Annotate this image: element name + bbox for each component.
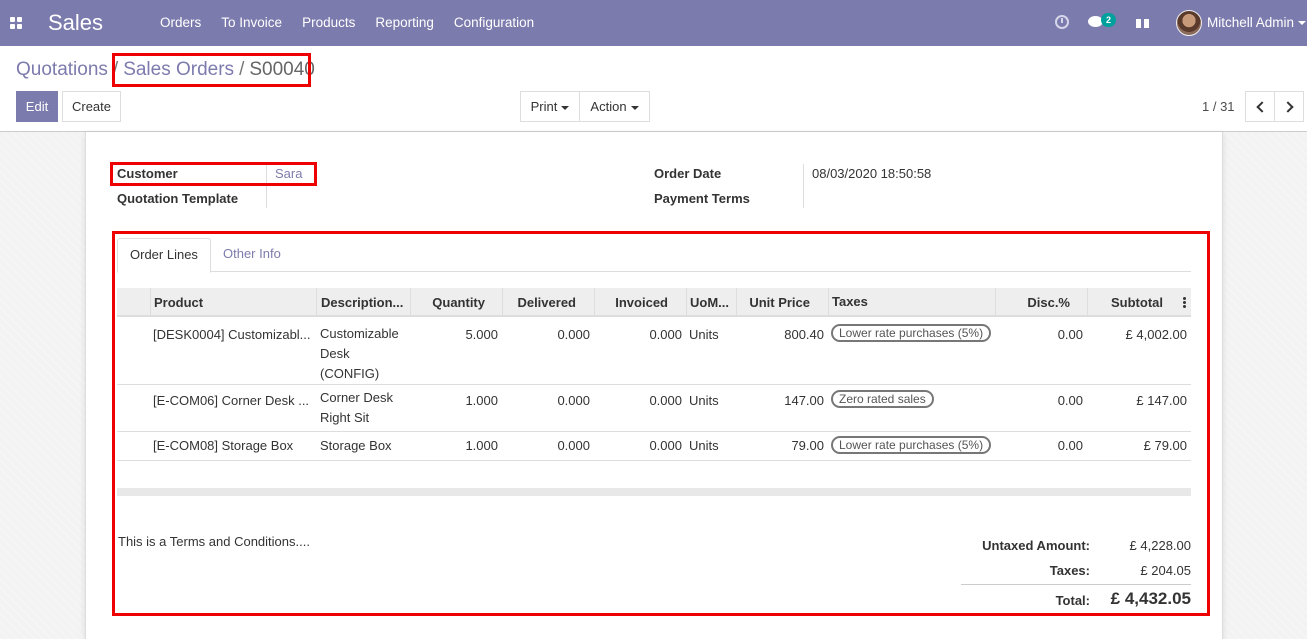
pager-value[interactable]: 1 / 31 [1202,99,1235,114]
caret-down-icon [1298,21,1307,26]
caret-down-icon [630,105,639,110]
apps-grid-icon[interactable] [10,17,22,29]
pager-next-button[interactable] [1274,91,1304,122]
menu-products[interactable]: Products [302,15,355,30]
order-date-label: Order Date [654,166,722,181]
breadcrumb-highlight-box [112,53,311,87]
chevron-left-icon [1255,101,1268,113]
create-button[interactable]: Create [62,91,121,122]
print-label: Print [530,99,558,114]
order-date-value[interactable]: 08/03/2020 18:50:58 [812,166,931,181]
main-menu: Orders To Invoice Products Reporting Con… [150,15,544,30]
gift-icon[interactable] [1136,15,1149,28]
top-navbar: Sales Orders To Invoice Products Reporti… [0,0,1307,46]
action-label: Action [590,99,627,114]
payment-terms-label: Payment Terms [654,191,750,206]
chat-count-badge: 2 [1101,13,1116,27]
user-name: Mitchell Admin [1207,15,1295,30]
app-brand[interactable]: Sales [48,10,103,36]
pager-previous-button[interactable] [1245,91,1275,122]
user-avatar[interactable] [1176,10,1202,36]
menu-orders[interactable]: Orders [160,15,201,30]
edit-button[interactable]: Edit [16,91,58,122]
menu-reporting[interactable]: Reporting [375,15,434,30]
chevron-right-icon [1281,101,1294,113]
quotation-template-label: Quotation Template [117,191,239,206]
menu-configuration[interactable]: Configuration [454,15,534,30]
user-menu[interactable]: Mitchell Admin [1207,15,1307,30]
menu-to-invoice[interactable]: To Invoice [221,15,282,30]
caret-down-icon [561,105,570,110]
print-dropdown[interactable]: Print [520,91,580,122]
action-dropdown[interactable]: Action [579,91,650,122]
breadcrumb-quotations[interactable]: Quotations [16,59,108,81]
field-divider [803,164,804,208]
activity-clock-icon[interactable] [1055,15,1069,29]
order-lines-highlight-box [112,231,1210,616]
customer-highlight-box [110,162,317,186]
